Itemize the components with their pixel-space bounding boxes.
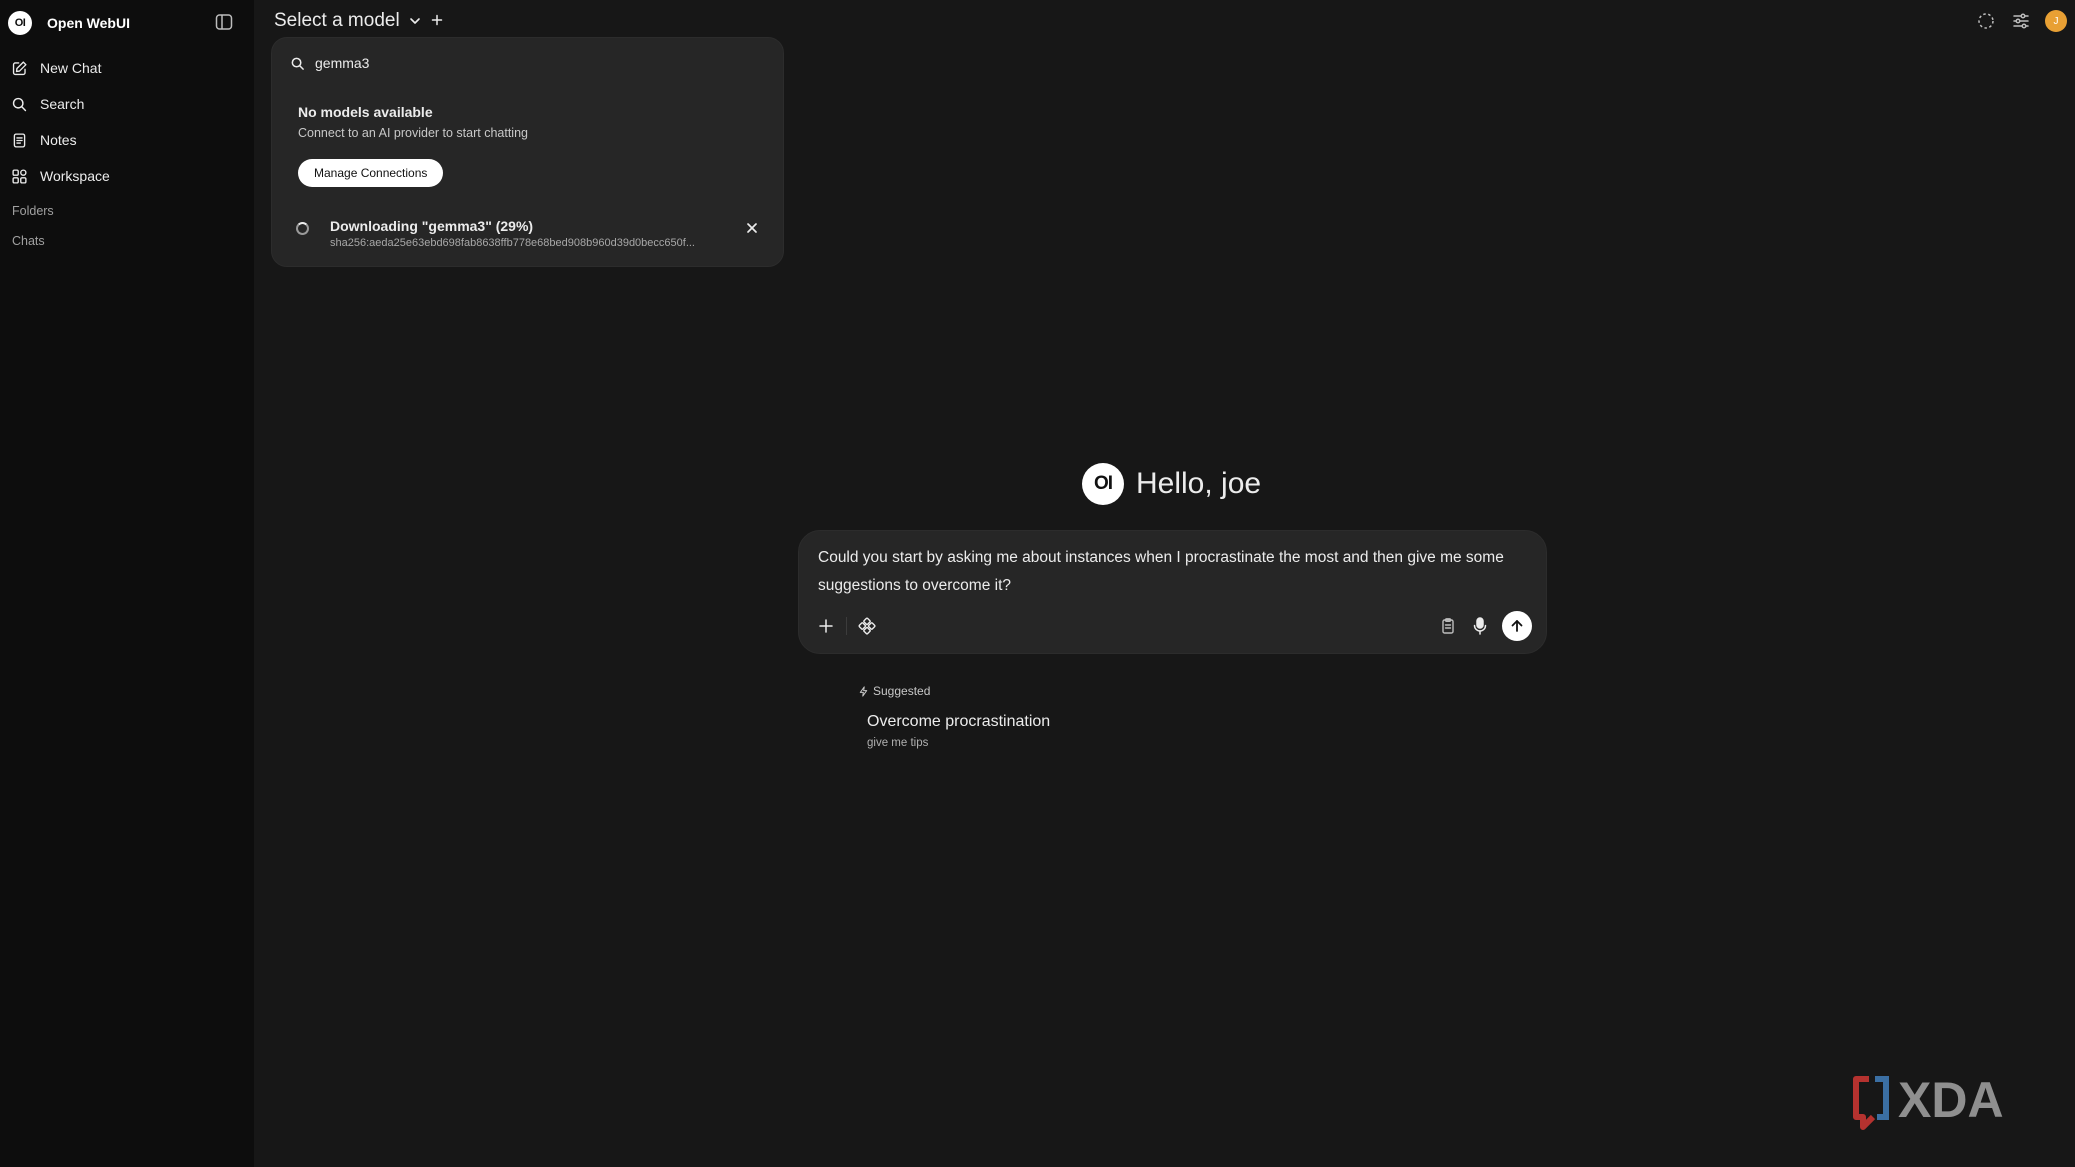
model-selector-label: Select a model xyxy=(274,10,400,31)
user-avatar[interactable]: J xyxy=(2045,10,2067,32)
greeting: OI Hello, joe xyxy=(1082,462,1261,506)
arrow-up-icon xyxy=(1511,620,1523,632)
greeting-logo: OI xyxy=(1082,463,1124,505)
brand-name: Open WebUI xyxy=(47,15,130,31)
sidebar-item-new-chat[interactable]: New Chat xyxy=(0,50,254,86)
model-selector[interactable]: Select a model xyxy=(274,8,422,34)
search-icon xyxy=(12,97,27,111)
download-title: Downloading "gemma3" (29%) xyxy=(330,218,534,234)
model-search-input[interactable] xyxy=(315,55,755,71)
brand-logo: OI xyxy=(8,11,32,35)
model-search xyxy=(290,52,755,74)
plus-icon[interactable] xyxy=(817,617,835,635)
suggestion-title: Overcome procrastination xyxy=(867,713,1051,730)
download-hash: sha256:aeda25e63ebd698fab8638ffb778e68be… xyxy=(330,237,695,249)
sidebar: OI Open WebUI New Chat Search Notes Work… xyxy=(0,0,254,1167)
sidebar-item-workspace[interactable]: Workspace xyxy=(0,158,254,194)
spinner-icon xyxy=(296,222,309,235)
microphone-icon[interactable] xyxy=(1471,616,1489,636)
sidebar-item-search[interactable]: Search xyxy=(0,86,254,122)
chevron-down-icon xyxy=(409,18,420,24)
sidebar-item-label: Workspace xyxy=(40,168,110,184)
manage-connections-button[interactable]: Manage Connections xyxy=(298,159,444,187)
sidebar-item-notes[interactable]: Notes xyxy=(0,122,254,158)
no-models-subtitle: Connect to an AI provider to start chatt… xyxy=(298,126,528,140)
suggestion-subtitle: give me tips xyxy=(867,737,929,749)
clipboard-icon[interactable] xyxy=(1439,617,1457,635)
search-icon xyxy=(291,57,304,70)
pencil-square-icon xyxy=(12,60,27,75)
no-models-title: No models available xyxy=(298,104,433,120)
main-area: Select a model J gemma3 No models availa… xyxy=(254,0,2075,1167)
send-button[interactable] xyxy=(1502,611,1532,641)
add-model-icon[interactable] xyxy=(429,12,445,28)
sidebar-item-label: New Chat xyxy=(40,60,102,76)
lightning-icon xyxy=(859,685,868,697)
loading-status-icon[interactable] xyxy=(1975,10,1997,32)
integrations-icon[interactable] xyxy=(858,617,876,635)
sidebar-toggle-icon[interactable] xyxy=(214,12,234,32)
grid-icon xyxy=(12,168,27,184)
watermark-text: XDA xyxy=(1898,1073,2004,1128)
greeting-text: Hello, joe xyxy=(1136,467,1262,500)
notes-icon xyxy=(13,132,26,148)
chat-input[interactable]: Could you start by asking me about insta… xyxy=(818,544,1538,600)
toolbar-divider xyxy=(846,617,847,635)
xda-watermark-logo: XDA xyxy=(1853,1073,2004,1130)
brand[interactable]: OI Open WebUI xyxy=(8,10,130,36)
close-icon[interactable] xyxy=(744,220,760,236)
download-progress-row: Downloading "gemma3" (29%) sha256:aeda25… xyxy=(294,218,764,254)
settings-sliders-icon[interactable] xyxy=(2010,10,2032,32)
chats-section-label[interactable]: Chats xyxy=(12,234,45,248)
top-right-controls: J xyxy=(1975,10,2075,34)
app-window: OI Open WebUI New Chat Search Notes Work… xyxy=(0,0,2075,1167)
sidebar-item-label: Notes xyxy=(40,132,77,148)
sidebar-item-label: Search xyxy=(40,96,85,112)
suggested-label: Suggested xyxy=(858,684,930,698)
chat-input-box: Could you start by asking me about insta… xyxy=(798,530,1547,654)
folders-section-label[interactable]: Folders xyxy=(12,204,54,218)
model-dropdown: No models available Connect to an AI pro… xyxy=(271,37,784,267)
sidebar-nav: New Chat Search Notes Workspace xyxy=(0,50,254,194)
suggested-label-text: Suggested xyxy=(873,684,931,698)
